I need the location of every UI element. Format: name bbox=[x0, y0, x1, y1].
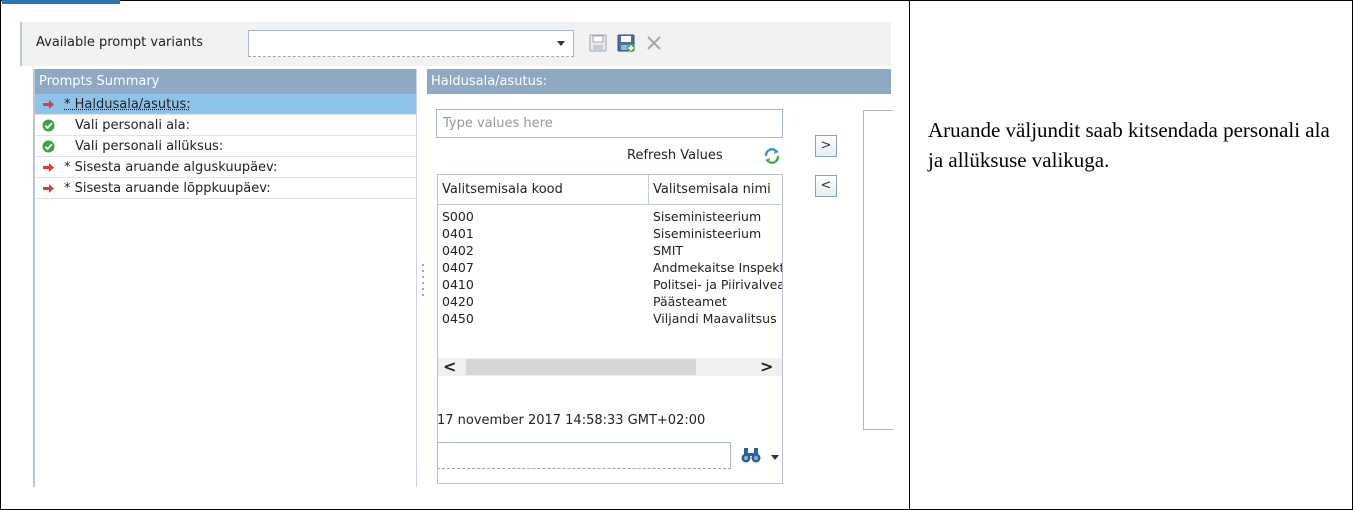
type-values-field[interactable] bbox=[437, 110, 782, 137]
cell-name: Siseministeerium bbox=[653, 209, 762, 224]
table-row[interactable]: 0420 Päästeamet bbox=[438, 293, 782, 310]
table-row[interactable]: 0401 Siseministeerium bbox=[438, 225, 782, 242]
prompt-item-haldusala[interactable]: * Haldusala/asutus: bbox=[35, 94, 416, 115]
cell-name: Päästeamet bbox=[653, 294, 727, 309]
prompt-item-label: * Sisesta aruande lõppkuupäev: bbox=[64, 181, 271, 196]
search-input[interactable] bbox=[437, 442, 731, 469]
cell-code: 0401 bbox=[442, 226, 474, 241]
refresh-timestamp: 17 november 2017 14:58:33 GMT+02:00 bbox=[437, 413, 706, 428]
prompt-item-personali-alluksus[interactable]: Vali personali allüksus: bbox=[35, 136, 416, 157]
prompts-summary-panel: Prompts Summary * Haldusala/asutus: Vali… bbox=[33, 69, 417, 487]
prompt-item-label: * Sisesta aruande alguskuupäev: bbox=[64, 160, 278, 175]
save-icon[interactable] bbox=[588, 33, 608, 53]
required-arrow-icon bbox=[43, 184, 54, 193]
prompt-item-label: Vali personali allüksus: bbox=[75, 139, 224, 154]
binoculars-icon[interactable] bbox=[740, 445, 762, 465]
chevron-down-icon[interactable] bbox=[557, 41, 565, 46]
check-icon bbox=[42, 119, 55, 132]
cell-name: Politsei- ja Piirivalveamet bbox=[653, 277, 782, 292]
prompt-variants-toolbar: Available prompt variants bbox=[20, 22, 891, 66]
check-icon bbox=[42, 140, 55, 153]
required-arrow-icon bbox=[43, 163, 54, 172]
values-table: Valitsemisala kood Valitsemisala nimi S0… bbox=[437, 174, 783, 484]
values-header: Haldusala/asutus: bbox=[427, 69, 891, 94]
cell-name: SMIT bbox=[653, 243, 684, 258]
close-icon[interactable] bbox=[644, 33, 664, 53]
refresh-icon[interactable] bbox=[762, 147, 782, 165]
scrollbar-thumb[interactable] bbox=[466, 359, 696, 375]
refresh-values-link[interactable]: Refresh Values bbox=[627, 148, 723, 163]
remove-value-button[interactable]: < bbox=[815, 175, 837, 197]
prompt-item-label: Vali personali ala: bbox=[75, 118, 191, 133]
type-values-input[interactable] bbox=[436, 109, 783, 138]
cell-name: Andmekaitse Inspektsioon bbox=[653, 260, 782, 275]
table-row[interactable]: 0402 SMIT bbox=[438, 242, 782, 259]
prompt-item-loppkuupaev[interactable]: * Sisesta aruande lõppkuupäev: bbox=[35, 178, 416, 199]
required-arrow-icon bbox=[43, 100, 54, 109]
cell-code: 0407 bbox=[442, 260, 474, 275]
panel-splitter[interactable] bbox=[419, 69, 427, 487]
horizontal-scrollbar[interactable]: < > bbox=[438, 358, 782, 376]
heading-fragment bbox=[2, 0, 120, 4]
description-text: Aruande väljundit saab kitsendada person… bbox=[928, 118, 1330, 172]
chevron-right-icon[interactable]: > bbox=[760, 358, 773, 376]
cell-code: 0402 bbox=[442, 243, 474, 258]
column-header-name[interactable]: Valitsemisala nimi bbox=[649, 175, 782, 205]
prompt-item-label: * Haldusala/asutus: bbox=[64, 97, 191, 112]
values-panel: Haldusala/asutus: Refresh Values Valitse… bbox=[427, 69, 893, 487]
table-body: S000 Siseministeerium 0401 Siseministeeriu… bbox=[438, 208, 782, 327]
cell-name: Siseministeerium bbox=[653, 226, 762, 241]
add-value-button[interactable]: > bbox=[815, 135, 837, 157]
table-row[interactable]: 0407 Andmekaitse Inspektsioon bbox=[438, 259, 782, 276]
variants-label: Available prompt variants bbox=[36, 35, 204, 50]
table-header: Valitsemisala kood Valitsemisala nimi bbox=[438, 175, 782, 205]
chevron-left-icon[interactable]: < bbox=[443, 358, 456, 376]
prompt-item-alguskuupaev[interactable]: * Sisesta aruande alguskuupäev: bbox=[35, 157, 416, 178]
save-new-icon[interactable] bbox=[616, 33, 636, 53]
variant-select[interactable] bbox=[248, 30, 574, 57]
table-row[interactable]: 0450 Viljandi Maavalitsus bbox=[438, 310, 782, 327]
prompts-summary-header: Prompts Summary bbox=[35, 69, 416, 94]
cell-code: 0420 bbox=[442, 294, 474, 309]
cell-name: Viljandi Maavalitsus bbox=[653, 311, 777, 326]
chevron-down-icon[interactable] bbox=[771, 455, 779, 460]
column-header-code[interactable]: Valitsemisala kood bbox=[438, 175, 649, 205]
cell-code: S000 bbox=[442, 209, 474, 224]
splitter-grip[interactable] bbox=[422, 264, 424, 300]
table-row[interactable]: S000 Siseministeerium bbox=[438, 208, 782, 225]
table-row[interactable]: 0410 Politsei- ja Piirivalveamet bbox=[438, 276, 782, 293]
selected-values-list[interactable] bbox=[863, 110, 893, 430]
cell-code: 0450 bbox=[442, 311, 474, 326]
cell-code: 0410 bbox=[442, 277, 474, 292]
frame-divider bbox=[909, 0, 910, 510]
prompt-item-personali-ala[interactable]: Vali personali ala: bbox=[35, 115, 416, 136]
